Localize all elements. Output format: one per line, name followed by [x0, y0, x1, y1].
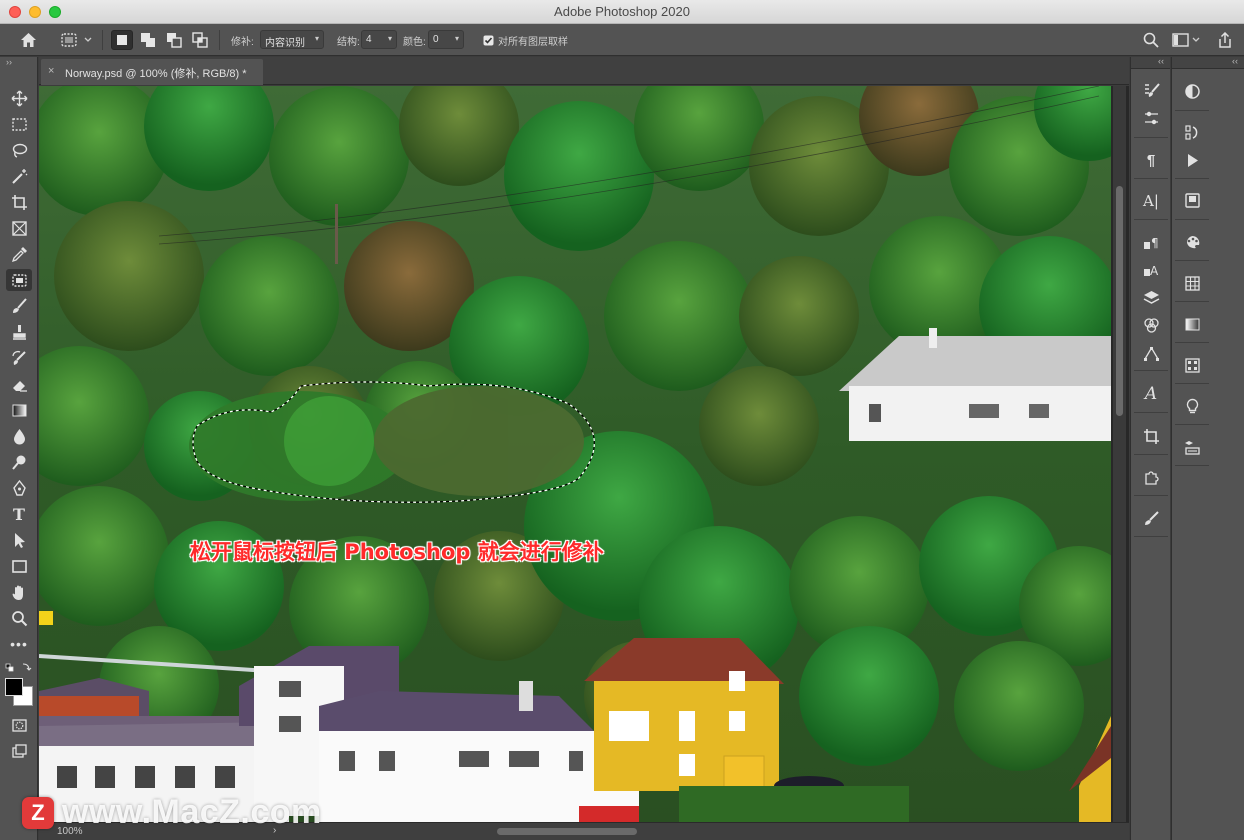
patch-mode-value: 内容识别	[265, 38, 305, 49]
tools-panel: ›› T •••	[0, 57, 38, 840]
type-tool-icon[interactable]: T	[6, 503, 32, 525]
svg-text:¶: ¶	[1151, 236, 1159, 250]
color-label: 颜色:	[403, 37, 426, 48]
history-brush-tool-icon[interactable]	[6, 347, 32, 369]
move-tool-icon[interactable]	[6, 87, 32, 109]
eyedropper-tool-icon[interactable]	[6, 243, 32, 265]
character-styles-icon[interactable]: A	[1138, 257, 1164, 281]
pen-tool-icon[interactable]	[6, 477, 32, 499]
chevron-down-icon: ▾	[387, 34, 392, 43]
sample-all-layers-label: 对所有图层取样	[498, 37, 568, 48]
brush-tool-icon[interactable]	[6, 295, 32, 317]
screen-mode-icon[interactable]	[6, 740, 32, 762]
paragraph-styles-icon[interactable]: ¶	[1138, 230, 1164, 254]
new-selection-mode-button[interactable]	[111, 30, 133, 50]
patterns-icon[interactable]	[1179, 353, 1205, 377]
blur-tool-icon[interactable]	[6, 425, 32, 447]
structure-select[interactable]: 4 ▾	[361, 30, 397, 49]
panel-dock-1-header[interactable]: ‹‹	[1131, 56, 1170, 69]
options-bar: 修补: 内容识别 ▾ 结构: 4 ▾ 颜色: 0 ▾ 对所有图层取样	[0, 24, 1244, 56]
more-tools-icon[interactable]: •••	[6, 633, 32, 655]
foreground-color-swatch[interactable]	[5, 678, 23, 696]
document-tab-bar: × Norway.psd @ 100% (修补, RGB/8) *	[39, 57, 1129, 85]
crop-panel-icon[interactable]	[1138, 424, 1164, 448]
subtract-selection-mode-button[interactable]	[163, 30, 185, 50]
learn-icon[interactable]	[1179, 394, 1205, 418]
patch-mode-select[interactable]: 内容识别 ▾	[260, 30, 324, 49]
add-selection-mode-button[interactable]	[137, 30, 159, 50]
zoom-tool-icon[interactable]	[6, 607, 32, 629]
share-icon[interactable]	[1214, 29, 1236, 51]
patch-tool-icon[interactable]	[6, 269, 32, 291]
search-icon[interactable]	[1140, 29, 1162, 51]
rectangle-tool-icon[interactable]	[6, 555, 32, 577]
layers-icon[interactable]	[1138, 285, 1164, 309]
marquee-tool-icon[interactable]	[6, 113, 32, 135]
brushes-icon[interactable]	[1138, 506, 1164, 530]
3d-icon[interactable]	[1179, 435, 1205, 459]
panel-dock-2: ‹‹	[1171, 56, 1244, 840]
document-tab-label: Norway.psd @ 100% (修补, RGB/8) *	[65, 68, 247, 80]
document-canvas[interactable]	[39, 86, 1129, 822]
tab-norway-psd[interactable]: × Norway.psd @ 100% (修补, RGB/8) *	[41, 59, 263, 85]
swap-colors-icon[interactable]	[5, 661, 33, 673]
chevron-down-icon: ▾	[314, 34, 319, 43]
lasso-tool-icon[interactable]	[6, 139, 32, 161]
title-bar: Adobe Photoshop 2020	[0, 0, 1244, 24]
plugins-icon[interactable]	[1138, 465, 1164, 489]
tutorial-annotation: 松开鼠标按钮后 Photoshop 就会进行修补	[190, 540, 604, 564]
norway-photo[interactable]	[39, 86, 1111, 822]
collapse-toolbar-icon[interactable]: ››	[6, 57, 12, 67]
home-icon[interactable]	[14, 29, 42, 51]
watermark: Z www.MacZ.com	[22, 793, 322, 832]
gradient-tool-icon[interactable]	[6, 399, 32, 421]
horizontal-scrollbar-thumb[interactable]	[497, 828, 637, 835]
vertical-scrollbar-thumb[interactable]	[1116, 186, 1123, 416]
path-selection-tool-icon[interactable]	[6, 529, 32, 551]
swatches-icon[interactable]	[1179, 271, 1205, 295]
sample-all-layers-checkbox[interactable]	[482, 29, 494, 51]
character-icon[interactable]: A|	[1138, 189, 1164, 213]
patch-tool-preset-icon[interactable]	[56, 29, 96, 51]
structure-label: 结构:	[337, 37, 360, 48]
dodge-tool-icon[interactable]	[6, 451, 32, 473]
gradients-icon[interactable]	[1179, 312, 1205, 336]
color-value: 0	[433, 34, 439, 45]
panel-dock-1: ‹‹ ¶ A| ¶ A A	[1130, 56, 1170, 840]
hand-tool-icon[interactable]	[6, 581, 32, 603]
color-palette-icon[interactable]	[1179, 230, 1205, 254]
tool-presets-icon[interactable]	[1138, 106, 1164, 130]
brush-settings-icon[interactable]	[1138, 78, 1164, 102]
vertical-scrollbar[interactable]	[1113, 86, 1126, 822]
quick-mask-icon[interactable]	[6, 714, 32, 736]
magic-wand-tool-icon[interactable]	[6, 165, 32, 187]
patch-label: 修补:	[231, 37, 254, 48]
channels-icon[interactable]	[1138, 313, 1164, 337]
chevron-down-icon: ▾	[454, 34, 459, 43]
color-select[interactable]: 0 ▾	[428, 30, 464, 49]
history-icon[interactable]	[1179, 120, 1205, 144]
window-title: Adobe Photoshop 2020	[554, 4, 690, 19]
panel-dock-2-header[interactable]: ‹‹	[1172, 56, 1244, 69]
clone-stamp-tool-icon[interactable]	[6, 321, 32, 343]
workspace-switcher-icon[interactable]	[1170, 29, 1204, 51]
actions-icon[interactable]	[1179, 148, 1205, 172]
paragraph-icon[interactable]: ¶	[1138, 148, 1164, 172]
glyphs-icon[interactable]: A	[1138, 382, 1164, 406]
eraser-tool-icon[interactable]	[6, 373, 32, 395]
frame-tool-icon[interactable]	[6, 217, 32, 239]
paths-icon[interactable]	[1138, 341, 1164, 365]
watermark-text: www.MacZ.com	[62, 793, 322, 831]
intersect-selection-mode-button[interactable]	[189, 30, 211, 50]
svg-text:A: A	[1150, 264, 1159, 278]
adjustments-icon[interactable]	[1179, 79, 1205, 103]
watermark-logo: Z	[22, 796, 54, 829]
crop-tool-icon[interactable]	[6, 191, 32, 213]
structure-value: 4	[366, 34, 372, 45]
close-tab-icon[interactable]: ×	[48, 65, 54, 77]
libraries-icon[interactable]	[1179, 188, 1205, 212]
